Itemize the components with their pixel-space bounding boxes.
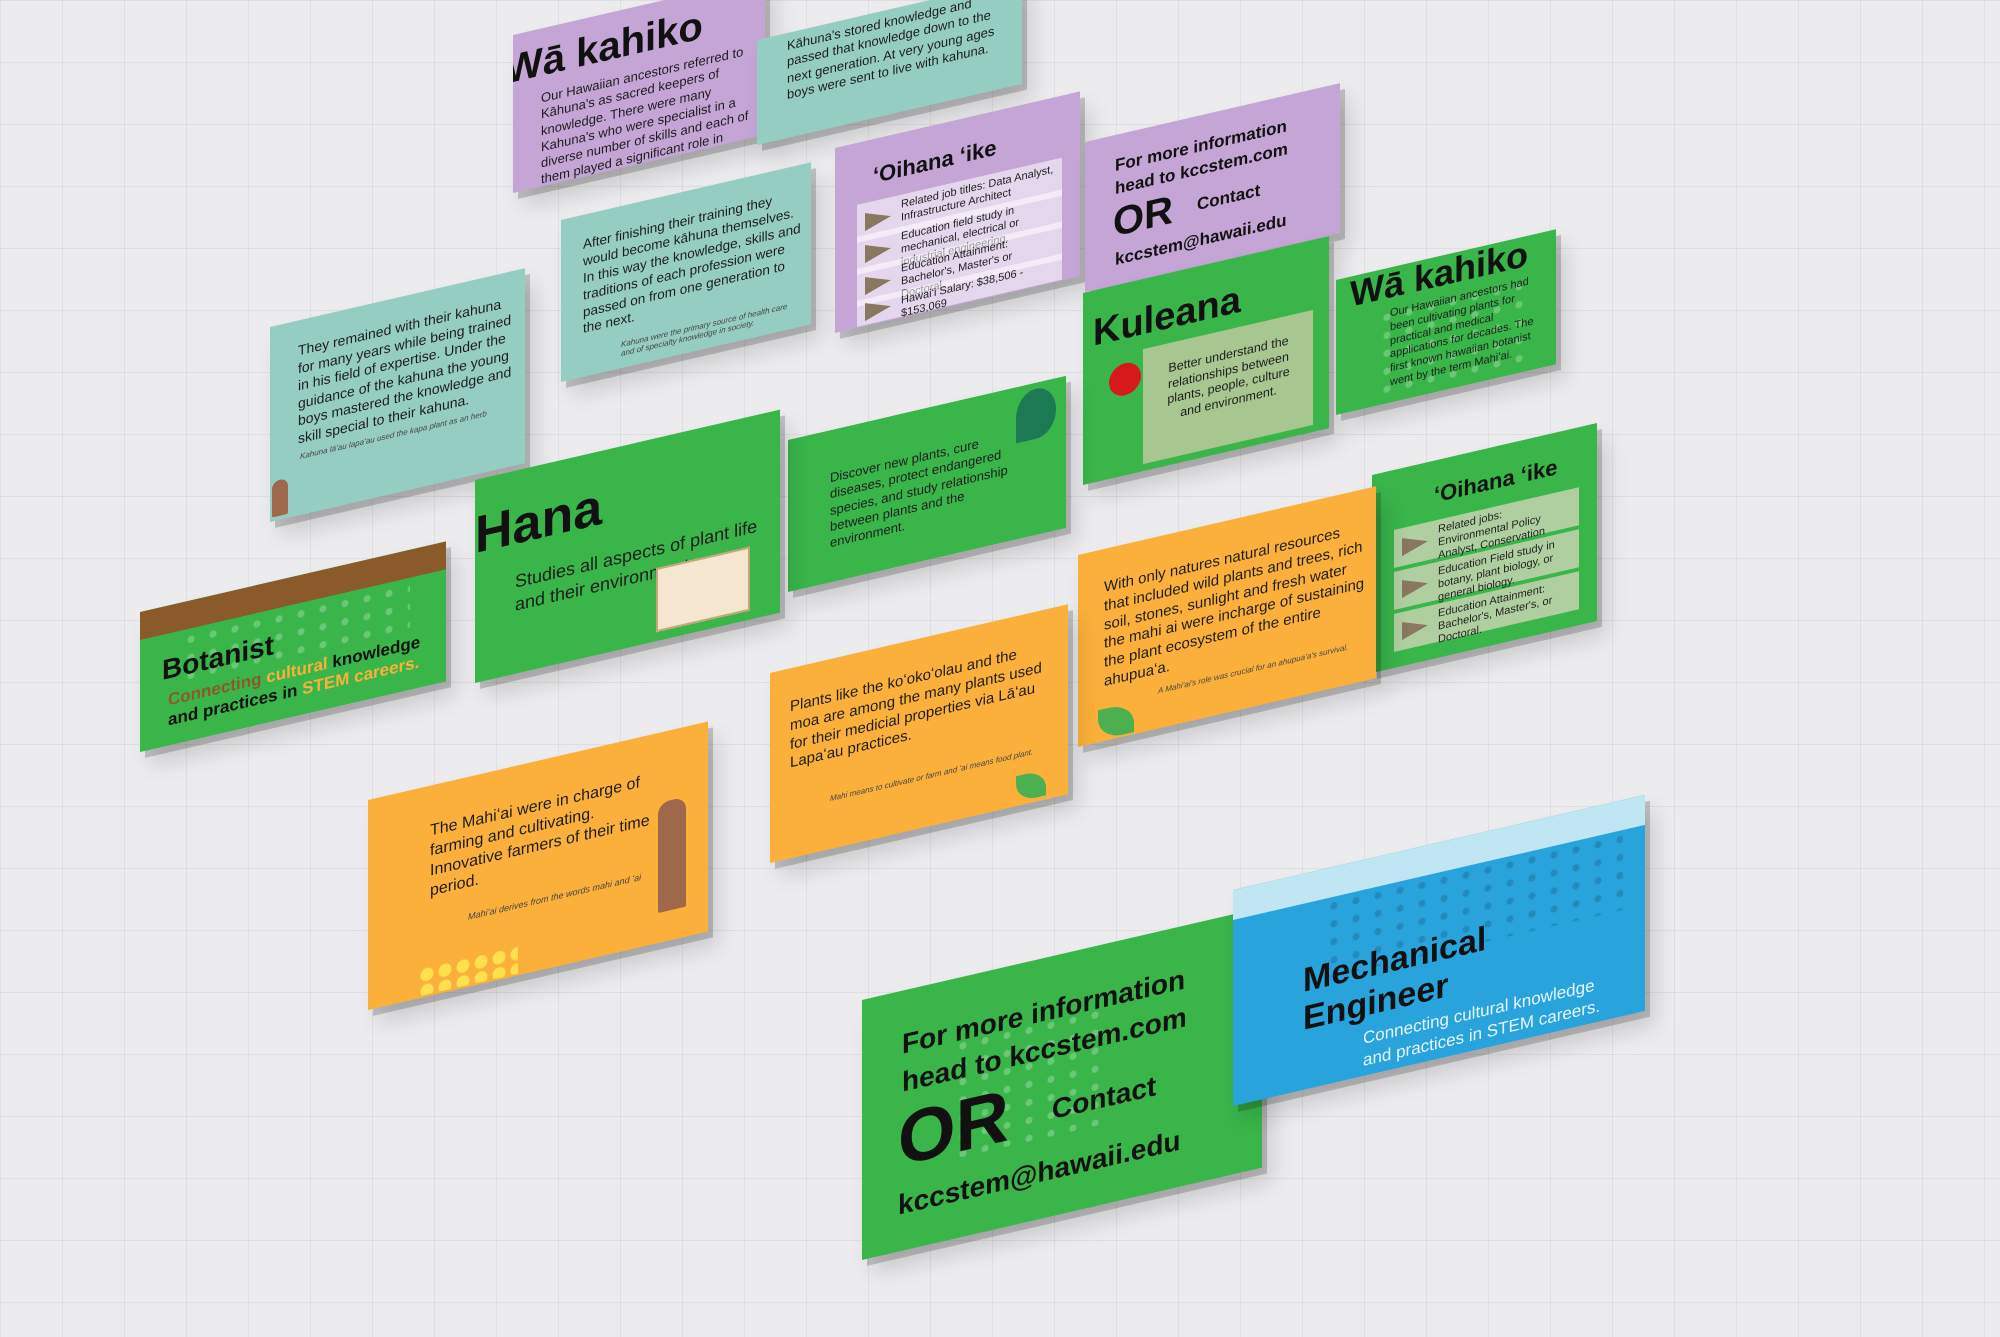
teal-mid-card: After finishing their training they woul…: [561, 162, 811, 382]
mechanical-engineer-card: Mechanical Engineer Connecting cultural …: [1233, 794, 1645, 1106]
triangle-bullet-icon: [865, 207, 891, 232]
card-body: Kāhuna's stored knowledge and passed tha…: [787, 0, 995, 102]
card-title: Hana: [475, 477, 603, 565]
kahuna-figure-icon: [272, 477, 288, 518]
triangle-bullet-icon: [1402, 532, 1428, 557]
contact-label: Contact: [1197, 180, 1261, 215]
more-info-green-card: For more information head to kccstem.com…: [862, 907, 1262, 1260]
oihana-ike-purple-card: ʻOihana ʻike Related job titles: Data An…: [835, 91, 1080, 334]
mahiai-card: The Mahiʻai were in charge of farming an…: [368, 721, 708, 1010]
card-body: They remained with their kahuna for many…: [298, 295, 512, 447]
triangle-bullet-icon: [865, 297, 891, 322]
botanist-card: Botanist Connecting cultural knowledge a…: [140, 541, 446, 752]
wa-kahiko-green-card: Wā kahiko Our Hawaiian ancestors had bee…: [1336, 229, 1556, 415]
oihana-ike-green-card: ʻOihana ʻike Related jobs: Environmental…: [1372, 423, 1597, 673]
triangle-bullet-icon: [865, 239, 891, 264]
triangle-bullet-icon: [1402, 616, 1428, 641]
card-body: Discover new plants, cure diseases, prot…: [830, 435, 1008, 551]
discover-card: Discover new plants, cure diseases, prot…: [788, 375, 1066, 592]
mahiai-figure-icon: [658, 796, 686, 914]
plants-like-card: Plants like the koʻokoʻolau and the moa …: [770, 604, 1068, 863]
or-text: OR: [1113, 187, 1173, 246]
triangle-bullet-icon: [1402, 574, 1428, 599]
natures-resources-card: With only natures natural resources that…: [1078, 486, 1376, 747]
triangle-bullet-icon: [865, 271, 891, 296]
plant-leaf-icon: [1016, 769, 1046, 803]
plant-leaf-icon: [1098, 702, 1134, 741]
yellow-flowers-icon: [418, 945, 518, 997]
hibiscus-flower-icon: [1109, 359, 1141, 399]
card-body: With only natures natural resources that…: [1104, 524, 1365, 690]
wa-kahiko-purple-card: Wā kahiko Our Hawaiian ancestors referre…: [513, 0, 765, 194]
